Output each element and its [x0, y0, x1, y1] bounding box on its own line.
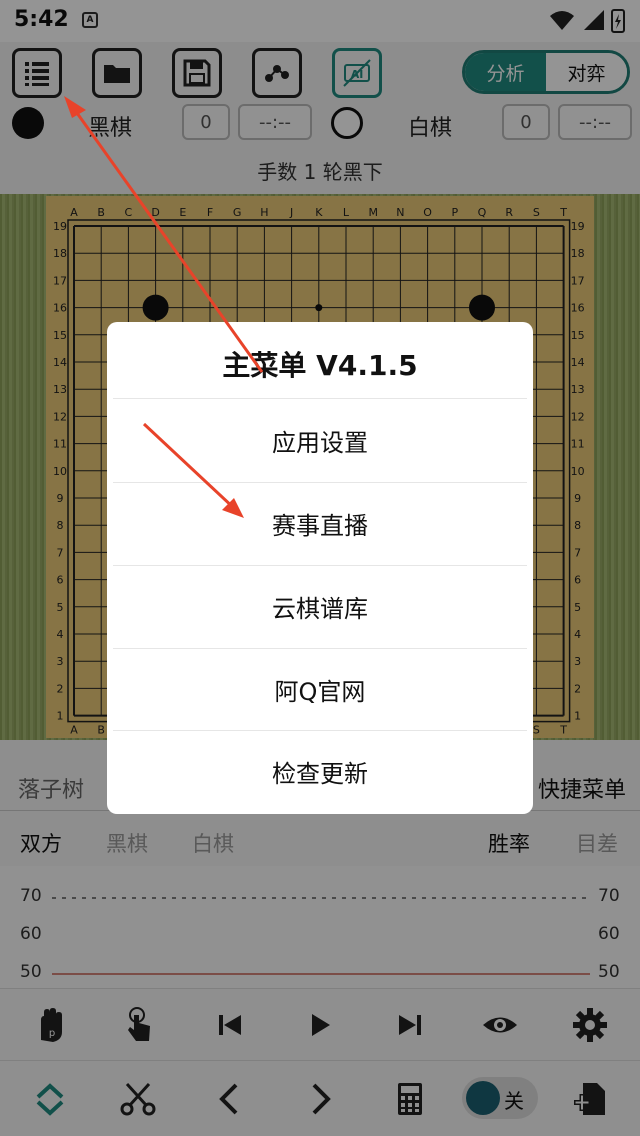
arrowhead-icon: [64, 96, 86, 118]
annotation-arrow-to-menu: [70, 105, 264, 373]
annotation-arrow-to-live: [142, 422, 238, 512]
annotation-arrows: [64, 96, 264, 518]
